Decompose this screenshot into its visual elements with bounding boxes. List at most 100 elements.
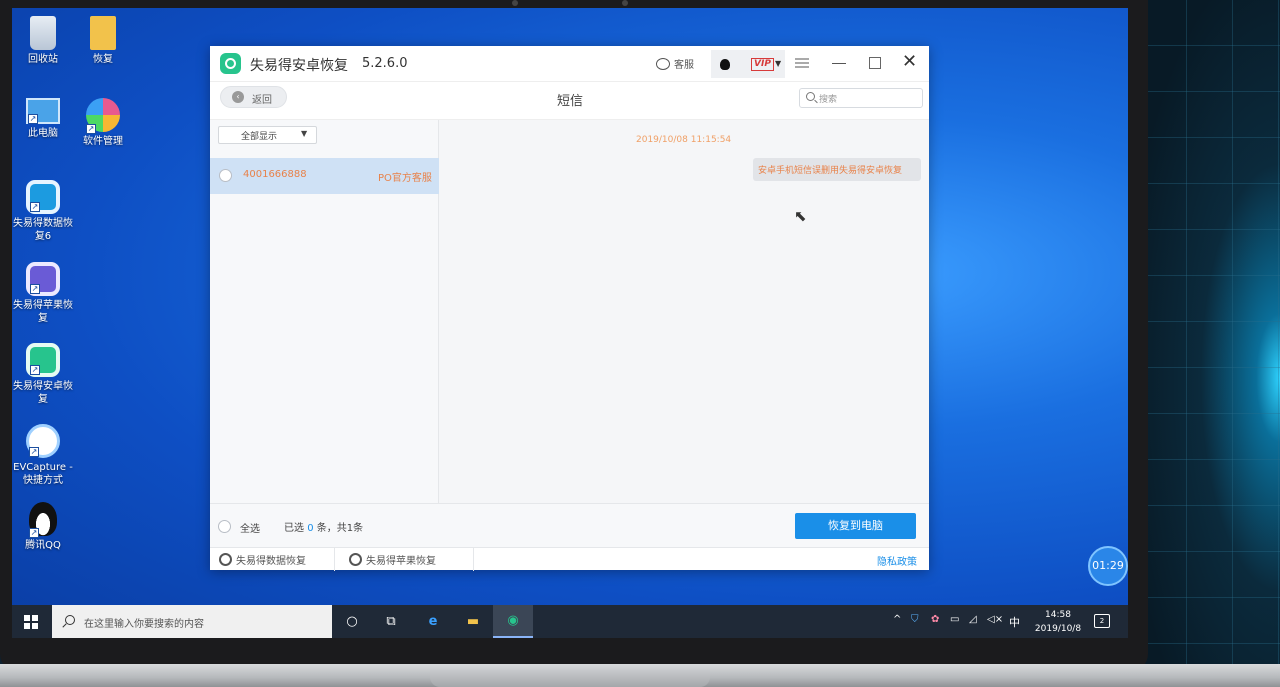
shortcut-arrow-icon: ↗ [30, 284, 40, 294]
qq-penguin-icon: ↗ [29, 502, 57, 538]
desktop-icon-recover-folder[interactable]: 恢复 [72, 16, 134, 66]
clock-date: 2019/10/8 [1034, 624, 1082, 634]
data-recovery-link-label: 失易得数据恢复 [236, 556, 306, 567]
android-recovery-app-icon: ↗ [26, 343, 60, 377]
app-logo-icon [220, 53, 241, 74]
data-recovery-icon [219, 553, 232, 566]
computer-icon: ↗ [26, 98, 60, 124]
privacy-policy-link[interactable]: 隐私政策 [877, 553, 917, 568]
volume-muted-icon[interactable]: ◁× [987, 614, 1003, 625]
software-manager-icon: ↗ [86, 98, 120, 134]
taskbar-clock[interactable]: 14:58 2019/10/8 [1030, 608, 1086, 636]
desktop-icon-label: 此电脑 [28, 128, 58, 139]
data-recovery-app-icon: ↗ [26, 180, 60, 214]
customer-service-label: 客服 [674, 60, 694, 71]
chat-bubble-icon [656, 57, 670, 70]
apple-recovery-link-label: 失易得苹果恢复 [366, 556, 436, 567]
window-titlebar[interactable]: 失易得安卓恢复 5.2.6.0 客服 VIP ▼ ✕ [210, 46, 929, 82]
shortcut-arrow-icon: ↗ [28, 114, 38, 124]
back-arrow-icon: ‹ [232, 91, 244, 103]
divider [473, 548, 474, 571]
shortcut-arrow-icon: ↗ [86, 124, 96, 134]
desktop-icon-label: 失易得安卓恢复 [13, 381, 73, 405]
mouse-cursor-icon: ⬉ [794, 207, 807, 225]
search-placeholder: 搜索 [819, 95, 838, 105]
desktop-icon-label: 失易得数据恢复6 [13, 218, 73, 242]
customer-service-button[interactable]: 客服 [656, 56, 694, 71]
edge-browser-icon[interactable]: e [413, 605, 453, 638]
camera-dot [512, 0, 518, 6]
search-icon [65, 615, 75, 625]
desktop-icon-android-recovery[interactable]: ↗ 失易得安卓恢复 [12, 343, 74, 406]
desktop-screen: 回收站 恢复 ↗ 此电脑 ↗ 软件管理 ↗ 失易得数据恢复6 ↗ 失易得苹果恢复… [12, 8, 1128, 638]
apple-recovery-icon [349, 553, 362, 566]
conversation-checkbox[interactable] [219, 169, 232, 182]
desktop-icon-label: 回收站 [28, 54, 58, 65]
search-icon [806, 92, 815, 101]
conversation-sender: PO官方客服 [378, 173, 432, 184]
apple-recovery-link[interactable]: 失易得苹果恢复 [349, 552, 436, 567]
notification-center-icon[interactable]: 2 [1094, 614, 1110, 628]
android-recovery-taskbar-icon[interactable]: ◉ [493, 605, 533, 638]
vip-badge: VIP [751, 58, 774, 71]
back-button-label: 返回 [252, 95, 272, 106]
desktop-icon-software-manager[interactable]: ↗ 软件管理 [72, 98, 134, 148]
battery-icon[interactable]: ▭ [950, 614, 959, 625]
shortcut-arrow-icon: ↗ [29, 528, 39, 538]
message-timestamp: 2019/10/08 11:15:54 [636, 135, 732, 145]
taskbar-search-input[interactable]: 在这里输入你要搜索的内容 [52, 605, 332, 638]
app-version: 5.2.6.0 [362, 56, 408, 71]
network-icon[interactable]: ◿ [969, 614, 977, 625]
shortcut-arrow-icon: ↗ [30, 202, 40, 212]
evcapture-cloud-icon: ↗ [26, 424, 60, 458]
data-recovery-link[interactable]: 失易得数据恢复 [219, 552, 306, 567]
section-title: 短信 [557, 94, 584, 109]
search-input[interactable]: 搜索 [799, 88, 923, 108]
recycle-bin-icon [30, 16, 56, 50]
taskbar-search-placeholder: 在这里输入你要搜索的内容 [84, 619, 204, 630]
desktop-icon-label: 恢复 [93, 54, 113, 65]
folder-icon [90, 16, 116, 50]
desktop-icon-evcapture[interactable]: ↗ EVCapture - 快捷方式 [12, 424, 74, 487]
account-menu[interactable]: VIP ▼ [711, 50, 785, 78]
shortcut-arrow-icon: ↗ [30, 365, 40, 375]
qq-avatar-icon [720, 59, 730, 70]
cortana-icon[interactable]: ○ [332, 605, 372, 638]
conversation-number: 4001666888 [243, 169, 307, 180]
message-bubble: 安卓手机短信误删用失易得安卓恢复 [753, 158, 921, 181]
desktop-icon-recycle-bin[interactable]: 回收站 [12, 16, 74, 66]
message-pane: 2019/10/08 11:15:54 安卓手机短信误删用失易得安卓恢复 ⬉ [439, 120, 929, 503]
tray-app-icon[interactable]: ✿ [931, 614, 939, 625]
task-view-icon[interactable]: ⧉ [371, 605, 411, 638]
windows-start-icon[interactable] [24, 615, 38, 629]
apple-recovery-app-icon: ↗ [26, 262, 60, 296]
select-all-label[interactable]: 全选 [240, 520, 260, 535]
maximize-button[interactable] [869, 57, 881, 69]
desktop-icon-label: EVCapture - 快捷方式 [13, 462, 73, 486]
desktop-icon-qq[interactable]: ↗ 腾讯QQ [12, 502, 74, 552]
desktop-icon-apple-recovery[interactable]: ↗ 失易得苹果恢复 [12, 262, 74, 325]
desktop-icon-data-recovery[interactable]: ↗ 失易得数据恢复6 [12, 180, 74, 243]
bottom-links-bar: 失易得数据恢复 失易得苹果恢复 隐私政策 [210, 547, 929, 571]
conversation-row[interactable]: 4001666888 PO官方客服 [210, 158, 439, 194]
close-button[interactable]: ✕ [902, 51, 917, 72]
selection-suffix: 条，共1条 [316, 523, 364, 534]
hamburger-menu-icon[interactable] [795, 58, 809, 68]
filter-dropdown-label: 全部显示 [241, 132, 278, 142]
select-all-checkbox[interactable] [218, 520, 231, 533]
dropdown-caret-icon: ▼ [301, 129, 308, 138]
input-method-indicator[interactable]: 中 [1009, 614, 1020, 630]
file-explorer-icon[interactable]: ▬ [453, 605, 493, 638]
shortcut-arrow-icon: ↗ [29, 447, 39, 457]
filter-dropdown[interactable]: 全部显示 ▼ [218, 126, 317, 144]
android-recovery-window: 失易得安卓恢复 5.2.6.0 客服 VIP ▼ ✕ ‹ 返回 短信 搜索 全部… [210, 46, 929, 571]
desktop-icon-label: 失易得苹果恢复 [13, 300, 73, 324]
show-hidden-icons-icon[interactable]: ^ [893, 614, 901, 625]
app-title: 失易得安卓恢复 [250, 58, 348, 74]
back-button[interactable]: ‹ 返回 [220, 86, 287, 108]
security-shield-icon[interactable]: ⛉ [911, 614, 919, 625]
desktop-icon-label: 软件管理 [83, 136, 123, 147]
restore-to-pc-button[interactable]: 恢复到电脑 [795, 513, 916, 539]
minimize-button[interactable] [832, 63, 846, 64]
desktop-icon-this-pc[interactable]: ↗ 此电脑 [12, 98, 74, 140]
